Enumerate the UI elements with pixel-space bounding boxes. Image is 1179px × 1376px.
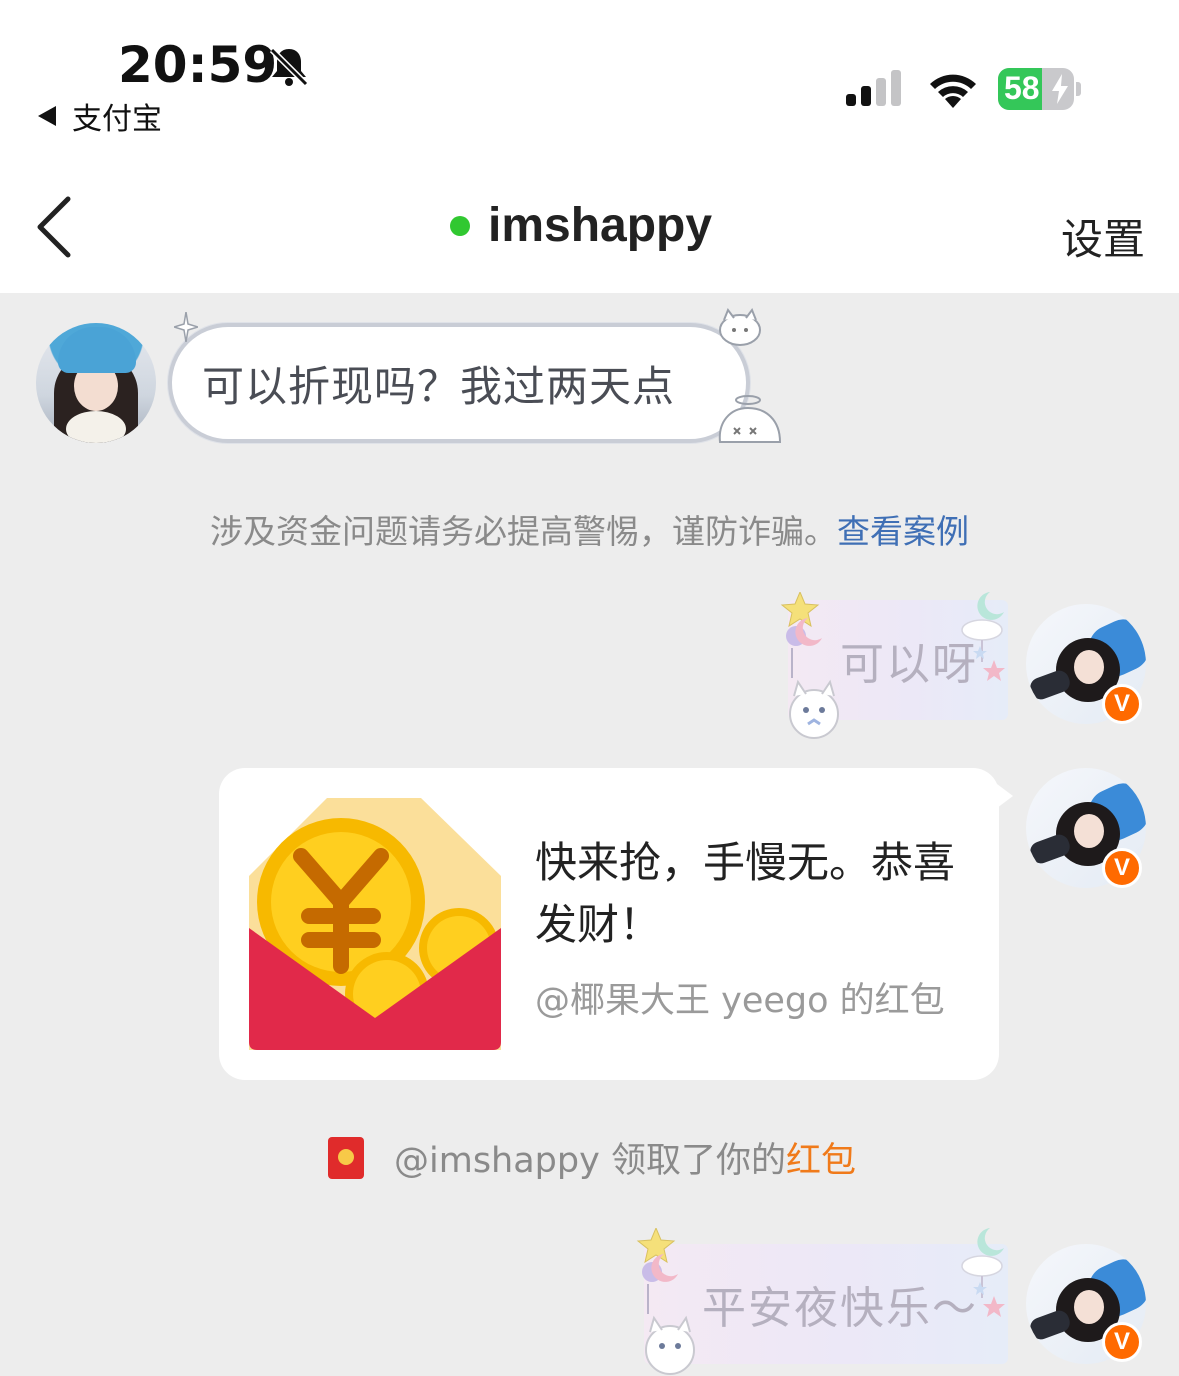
outgoing-message-text: 平安夜快乐～ bbox=[702, 1283, 978, 1334]
battery-cap bbox=[1076, 82, 1081, 96]
incoming-message-bubble[interactable]: 可以折现吗？我过两天点 bbox=[168, 323, 750, 443]
incoming-message-text: 可以折现吗？我过两天点 bbox=[202, 361, 676, 411]
cloud-moon-sticker-icon bbox=[961, 1228, 1005, 1317]
verified-badge: V bbox=[1102, 848, 1142, 888]
red-packet-link[interactable]: 红包 bbox=[786, 1132, 856, 1183]
battery-charging-icon: 58 bbox=[998, 68, 1082, 110]
sleeping-cat-icon bbox=[718, 395, 782, 443]
star-moon-cat-sticker-icon bbox=[636, 1228, 695, 1375]
red-packet-sender: @椰果大王 yeego 的红包 bbox=[535, 981, 945, 1021]
wifi-icon bbox=[930, 74, 976, 108]
online-status-dot bbox=[450, 215, 470, 236]
received-notice-text: @imshappy 领取了你的 bbox=[394, 1141, 786, 1181]
red-packet-message[interactable]: 快来抢，手慢无。恭喜发财！ @椰果大王 yeego 的红包 bbox=[219, 768, 1013, 1080]
fraud-warning-text: 涉及资金问题请务必提高警惕，谨防诈骗。 bbox=[210, 512, 837, 551]
back-to-app-link[interactable]: 支付宝 bbox=[38, 94, 162, 138]
cat-sticker-icon bbox=[719, 307, 761, 346]
chat-title: imshappy bbox=[450, 198, 712, 253]
back-triangle-icon bbox=[38, 106, 56, 126]
settings-button[interactable]: 设置 bbox=[1061, 206, 1145, 267]
chat-title-name: imshappy bbox=[488, 199, 713, 252]
bell-slash-icon bbox=[269, 47, 309, 87]
cloud-moon-sticker-icon bbox=[961, 592, 1005, 681]
verified-badge: V bbox=[1102, 684, 1142, 724]
signal-icon bbox=[846, 70, 901, 106]
red-envelope-icon bbox=[328, 1136, 364, 1179]
verified-badge: V bbox=[1102, 1322, 1142, 1362]
battery-body: 58 bbox=[998, 68, 1074, 110]
contact-avatar[interactable] bbox=[36, 323, 156, 443]
view-cases-link[interactable]: 查看案例 bbox=[837, 512, 969, 551]
outgoing-message-text: 可以呀 bbox=[840, 639, 978, 690]
fraud-warning: 涉及资金问题请务必提高警惕，谨防诈骗。查看案例 bbox=[0, 505, 1179, 553]
status-bar: 20:59 支付宝 58 bbox=[0, 0, 1179, 150]
red-packet-received-notice: @imshappy 领取了你的 红包 bbox=[328, 1132, 856, 1183]
bolt-icon bbox=[1052, 74, 1068, 104]
red-packet-title: 快来抢，手慢无。恭喜发财！ bbox=[535, 838, 956, 949]
back-app-label: 支付宝 bbox=[72, 102, 162, 137]
battery-level: 58 bbox=[1004, 70, 1040, 106]
back-chevron-icon[interactable] bbox=[32, 195, 76, 259]
sparkle-icon bbox=[174, 312, 198, 342]
chat-header: imshappy 设置 bbox=[0, 150, 1179, 293]
status-time: 20:59 bbox=[118, 36, 278, 94]
star-moon-cat-sticker-icon bbox=[780, 592, 839, 739]
red-packet-icon bbox=[249, 798, 501, 1050]
